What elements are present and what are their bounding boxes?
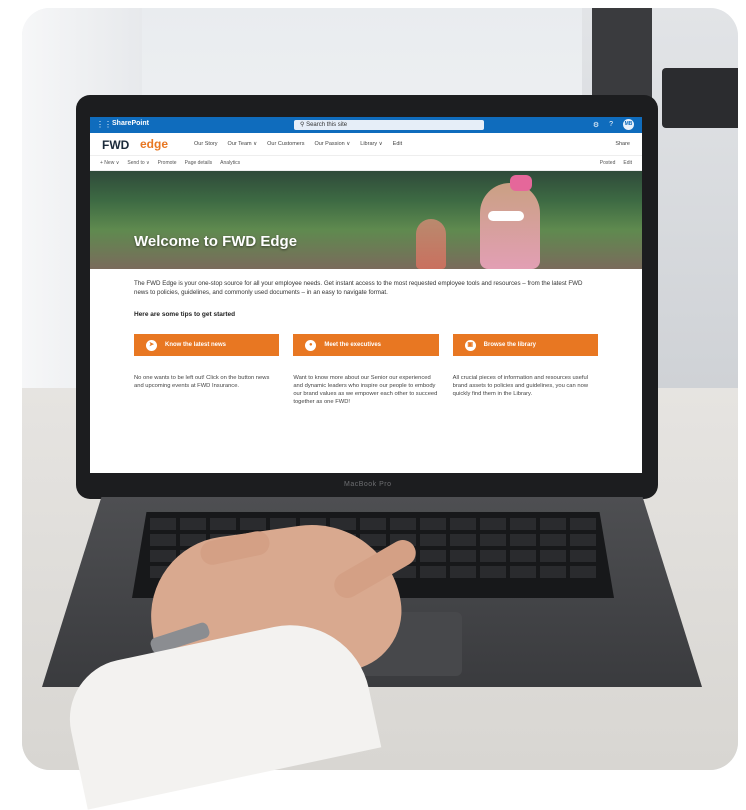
search-input[interactable]: ⚲ Search this site — [294, 120, 484, 130]
promote-button[interactable]: Promote — [158, 160, 177, 166]
hero-photo-child — [416, 219, 446, 269]
nav-item-library[interactable]: Library ∨ — [360, 141, 382, 147]
send-to-button[interactable]: Send to ∨ — [127, 160, 149, 166]
nav-item-our-customers[interactable]: Our Customers — [267, 141, 304, 147]
command-bar-items: + New ∨ Send to ∨ Promote Page details A… — [100, 160, 240, 166]
command-bar: + New ∨ Send to ∨ Promote Page details A… — [90, 156, 642, 171]
meet-executives-button[interactable]: ● Meet the executives — [293, 334, 439, 356]
site-name[interactable]: edge — [140, 137, 168, 151]
nav-item-edit[interactable]: Edit — [393, 141, 402, 147]
browse-library-button[interactable]: ▣ Browse the library — [452, 334, 598, 356]
page-content: The FWD Edge is your one-stop source for… — [90, 269, 642, 406]
page-details-button[interactable]: Page details — [185, 160, 213, 166]
card-library: ▣ Browse the library All crucial pieces … — [452, 334, 598, 406]
hero-photo-girl — [480, 183, 540, 269]
command-bar-right: Posted Edit — [600, 160, 632, 166]
card-latest-news: ➤ Know the latest news No one wants to b… — [134, 334, 280, 406]
hero-photo-sunglasses — [488, 211, 524, 221]
app-launcher-icon[interactable]: ⋮⋮ — [96, 120, 112, 129]
avatar[interactable]: MB — [623, 119, 634, 130]
nav-item-our-story[interactable]: Our Story — [194, 141, 218, 147]
suite-bar-icons: ⚙ ? MB — [593, 119, 634, 130]
gear-icon[interactable]: ⚙ — [593, 121, 599, 129]
person-icon: ● — [305, 339, 317, 351]
question-icon[interactable]: ? — [609, 121, 613, 128]
nav-item-our-team[interactable]: Our Team ∨ — [228, 141, 258, 147]
laptop-brand-label: MacBook Pro — [344, 481, 392, 488]
key-row — [150, 518, 596, 530]
posted-status: Posted — [599, 160, 616, 166]
card-description: No one wants to be left out! Click on th… — [134, 375, 270, 389]
share-button[interactable]: Share — [615, 141, 630, 147]
laptop-screen: ⋮⋮ SharePoint ⚲ Search this site ⚙ ? MB … — [90, 117, 642, 473]
analytics-button[interactable]: Analytics — [220, 160, 240, 166]
site-header: FWD edge Our Story Our Team ∨ Our Custom… — [90, 133, 642, 156]
edit-button[interactable]: Edit — [623, 160, 632, 166]
hero-title: Welcome to FWD Edge — [134, 233, 298, 250]
tips-heading: Here are some tips to get started — [134, 311, 236, 318]
button-label: Meet the executives — [324, 342, 382, 348]
sharepoint-app-name[interactable]: SharePoint — [112, 120, 149, 127]
fwd-logo[interactable]: FWD — [102, 138, 129, 152]
quick-links: ➤ Know the latest news No one wants to b… — [134, 334, 598, 406]
card-description: All crucial pieces of information and re… — [452, 375, 589, 397]
button-label: Know the latest news — [165, 342, 227, 348]
button-label: Browse the library — [483, 342, 537, 348]
card-executives: ● Meet the executives Want to know more … — [293, 334, 439, 406]
new-button[interactable]: + New ∨ — [100, 160, 119, 166]
megaphone-icon: ➤ — [146, 339, 157, 351]
sharepoint-suite-bar: ⋮⋮ SharePoint ⚲ Search this site ⚙ ? MB — [90, 117, 642, 133]
search-placeholder: Search this site — [306, 122, 348, 128]
presentation-icon: ▣ — [464, 339, 476, 351]
intro-text: The FWD Edge is your one-stop source for… — [134, 280, 583, 296]
latest-news-button[interactable]: ➤ Know the latest news — [134, 334, 280, 356]
hero-photo-bow — [510, 175, 532, 191]
site-navigation: Our Story Our Team ∨ Our Customers Our P… — [194, 141, 402, 147]
hero-banner: Welcome to FWD Edge — [90, 171, 642, 269]
nav-item-our-passion[interactable]: Our Passion ∨ — [314, 141, 350, 147]
card-description: Want to know more about our Senior our e… — [293, 375, 438, 405]
background-object — [662, 68, 738, 128]
